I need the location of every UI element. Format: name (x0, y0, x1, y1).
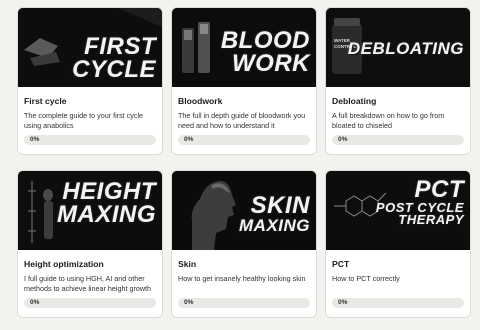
course-card-bloodwork[interactable]: BLOOD WORK Bloodwork The full in depth g… (171, 7, 317, 155)
progress-bar: 0% (332, 298, 464, 308)
course-description: How to PCT correctly (332, 274, 400, 283)
progress-label: 0% (30, 136, 40, 143)
course-description: The complete guide to your first cycle u… (24, 111, 144, 130)
course-card-height-optimization[interactable]: HEIGHT MAXING Height optimization I full… (17, 170, 163, 318)
progress-bar: 0% (332, 135, 464, 145)
course-thumbnail: PCT POST CYCLE THERAPY (326, 171, 470, 250)
course-thumbnail: HEIGHT MAXING (18, 171, 162, 250)
progress-label: 0% (184, 136, 194, 143)
thumbnail-banner: SKIN MAXING (239, 192, 310, 235)
course-description: I full guide to using HGH, AI and other … (24, 274, 152, 293)
course-description: How to get insanely healthy looking skin (178, 274, 306, 283)
progress-label: 0% (338, 136, 348, 143)
course-description: The full in depth guide of bloodwork you… (178, 111, 306, 130)
course-title: First cycle (24, 96, 67, 106)
course-title: PCT (332, 259, 350, 269)
course-title: Skin (178, 259, 197, 269)
progress-bar: 0% (24, 135, 156, 145)
progress-bar: 0% (178, 135, 310, 145)
progress-label: 0% (184, 299, 194, 306)
course-thumbnail: FIRST CYCLE (18, 8, 162, 87)
course-card-pct[interactable]: PCT POST CYCLE THERAPY PCT How to PCT co… (325, 170, 471, 318)
course-title: Bloodwork (178, 96, 223, 106)
thumbnail-banner: BLOOD WORK (220, 27, 310, 77)
course-title: Height optimization (24, 259, 104, 269)
progress-bar: 0% (24, 298, 156, 308)
thumbnail-banner: HEIGHT MAXING (57, 178, 156, 228)
progress-bar: 0% (178, 298, 310, 308)
thumbnail-banner: DEBLOATING (347, 39, 464, 58)
course-title: Debloating (332, 96, 377, 106)
thumbnail-banner: FIRST CYCLE (72, 33, 156, 83)
course-card-first-cycle[interactable]: FIRST CYCLE First cycle The complete gui… (17, 7, 163, 155)
course-description: A full breakdown on how to go from bloat… (332, 111, 445, 130)
progress-label: 0% (338, 299, 348, 306)
course-thumbnail: SKIN MAXING (172, 171, 316, 250)
course-thumbnail: WATER CONTROL DEBLOATING (326, 8, 470, 87)
course-thumbnail: BLOOD WORK (172, 8, 316, 87)
progress-label: 0% (30, 299, 40, 306)
course-card-debloating[interactable]: WATER CONTROL DEBLOATING Debloating A fu… (325, 7, 471, 155)
course-card-skin[interactable]: SKIN MAXING Skin How to get insanely hea… (171, 170, 317, 318)
thumbnail-banner: PCT POST CYCLE THERAPY (375, 176, 464, 228)
